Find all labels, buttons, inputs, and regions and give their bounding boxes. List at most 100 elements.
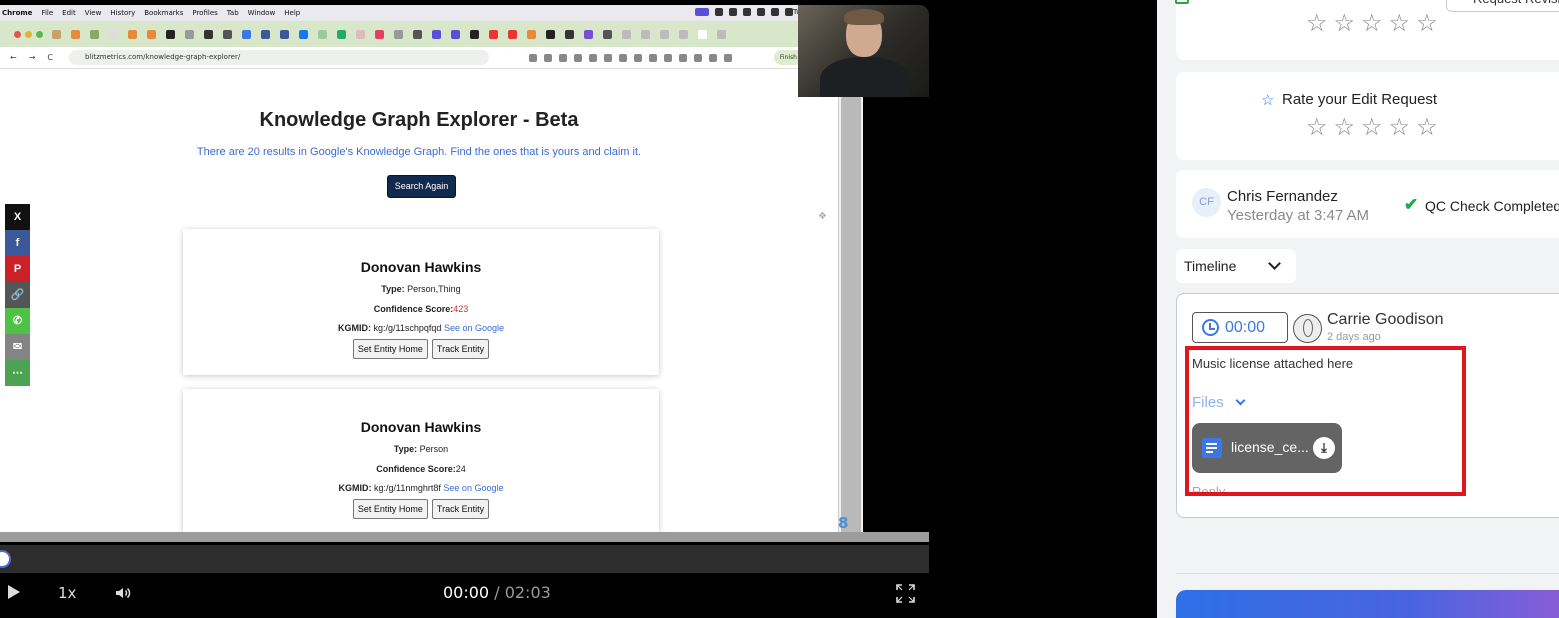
star-icon[interactable]: ☆ <box>1306 12 1328 36</box>
star-icon[interactable]: ☆ <box>1389 116 1411 140</box>
browser-tab-strip <box>0 21 863 47</box>
extension-icon[interactable] <box>619 53 627 62</box>
track-entity-button[interactable]: Track Entity <box>431 339 490 359</box>
dropbox-icon[interactable]: ❖ <box>818 211 830 223</box>
tab-favicon <box>622 29 631 39</box>
play-icon[interactable] <box>8 585 20 599</box>
request-revision-button[interactable]: Request Revision <box>1446 0 1559 12</box>
set-entity-home-button[interactable]: Set Entity Home <box>352 499 428 519</box>
scrollbar-thumb[interactable] <box>841 97 861 532</box>
tab-favicon <box>204 29 213 39</box>
menu-tab: Tab <box>226 9 239 17</box>
buffer-track <box>0 532 929 542</box>
track-entity-button[interactable]: Track Entity <box>431 499 490 519</box>
email-icon[interactable]: ✉ <box>5 334 30 360</box>
star-icon[interactable]: ☆ <box>1361 12 1383 36</box>
star-icon[interactable]: ☆ <box>1416 116 1438 140</box>
mac-menubar: Chrome File Edit View History Bookmarks … <box>0 5 863 21</box>
type-label: Type: <box>393 444 418 454</box>
extension-icon[interactable] <box>649 53 657 62</box>
star-icon[interactable]: ☆ <box>1334 12 1356 36</box>
rating-card: ☆ Rate your Edit Request ☆ ☆ ☆ ☆ ☆ <box>1176 72 1559 160</box>
kgmid-row: KGMID: kg:/g/11nmghrt8f See on Google <box>183 483 659 493</box>
timeline-dropdown[interactable]: Timeline <box>1176 249 1296 283</box>
scrub-bar[interactable] <box>0 545 929 573</box>
facebook-icon[interactable]: f <box>5 230 30 256</box>
timestamp-chip[interactable]: 00:00 <box>1192 312 1288 343</box>
extension-icon[interactable] <box>559 53 567 62</box>
request-icon <box>1175 0 1189 4</box>
extension-icon[interactable] <box>529 53 537 62</box>
star-rating[interactable]: ☆ ☆ ☆ ☆ ☆ <box>1306 116 1438 140</box>
extension-icon[interactable] <box>709 53 717 62</box>
see-on-google-link[interactable]: See on Google <box>443 483 503 493</box>
tab-favicon <box>432 29 441 39</box>
avatar <box>1293 314 1322 343</box>
page-subtitle: There are 20 results in Google's Knowled… <box>196 146 642 158</box>
see-on-google-link[interactable]: See on Google <box>444 323 504 333</box>
kgmid-label: KGMID: <box>338 323 372 333</box>
rate-title: ☆ Rate your Edit Request <box>1261 91 1438 109</box>
star-icon[interactable]: ☆ <box>1389 12 1411 36</box>
rate-title-text: Rate your Edit Request <box>1282 91 1438 108</box>
more-share-icon[interactable]: ⋯ <box>5 360 30 386</box>
star-icon[interactable]: ☆ <box>1361 116 1383 140</box>
extension-icon[interactable] <box>634 53 642 62</box>
video-player[interactable]: Chrome File Edit View History Bookmarks … <box>0 5 929 613</box>
tab-favicon <box>451 29 460 39</box>
pinterest-icon[interactable]: P <box>5 256 30 282</box>
minimize-window-dot <box>25 30 32 38</box>
tab-favicon <box>603 29 612 39</box>
extension-icon[interactable] <box>589 53 597 62</box>
star-icon[interactable]: ☆ <box>1334 116 1356 140</box>
address-bar[interactable]: blitzmetrics.com/knowledge-graph-explore… <box>69 50 489 65</box>
extension-icon[interactable] <box>604 53 612 62</box>
whatsapp-icon[interactable]: ✆ <box>5 308 30 334</box>
extension-icon[interactable] <box>574 53 582 62</box>
check-icon: ✔ <box>1404 195 1419 214</box>
star-rating[interactable]: ☆ ☆ ☆ ☆ ☆ <box>1306 12 1438 36</box>
reload-icon[interactable]: C <box>47 53 53 62</box>
webcam-overlay <box>798 5 929 97</box>
star-icon[interactable]: ☆ <box>1416 12 1438 36</box>
x-icon[interactable]: X <box>5 204 30 230</box>
volume-icon[interactable] <box>114 584 132 602</box>
tab-favicon <box>223 29 232 39</box>
set-entity-home-button[interactable]: Set Entity Home <box>352 339 428 359</box>
extension-icon[interactable] <box>544 53 552 62</box>
qc-user-name: Chris Fernandez <box>1227 188 1338 205</box>
tab-favicon <box>71 29 80 39</box>
menu-edit: Edit <box>62 9 76 17</box>
playback-speed-button[interactable]: 1x <box>58 584 76 602</box>
extension-icon[interactable] <box>694 53 702 62</box>
tab-favicon <box>109 29 118 39</box>
tab-favicon <box>242 29 251 39</box>
tab-favicon <box>489 29 498 39</box>
primary-action-button[interactable] <box>1176 590 1559 618</box>
comment-time: 2 days ago <box>1327 331 1381 343</box>
extension-icon[interactable] <box>724 53 732 62</box>
tab-favicon <box>546 29 555 39</box>
star-icon[interactable]: ☆ <box>1306 116 1328 140</box>
avatar: CF <box>1192 188 1221 217</box>
extension-icon[interactable] <box>664 53 672 62</box>
tab-favicon <box>565 29 574 39</box>
back-icon[interactable]: ← <box>10 53 17 62</box>
menu-window: Window <box>247 9 276 17</box>
search-again-button[interactable]: Search Again <box>387 175 456 198</box>
webpage: Knowledge Graph Explorer - Beta There ar… <box>0 69 838 532</box>
forward-icon[interactable]: → <box>29 53 36 62</box>
copy-link-icon[interactable]: 🔗 <box>5 282 30 308</box>
extension-icon[interactable] <box>679 53 687 62</box>
chevron-down-icon <box>1268 257 1281 270</box>
comment-card: 00:00 Carrie Goodison 2 days ago Music l… <box>1176 293 1559 518</box>
qc-status: QC Check Completed <box>1425 198 1559 214</box>
active-tab[interactable] <box>698 29 707 39</box>
comment-author: Carrie Goodison <box>1327 311 1444 328</box>
qc-timestamp: Yesterday at 3:47 AM <box>1227 207 1370 224</box>
page-scrollbar[interactable] <box>838 69 863 532</box>
result-card: Donovan Hawkins Type: Person Confidence … <box>183 389 659 532</box>
time-display: 00:00 / 02:03 <box>443 583 551 602</box>
review-panel: ☆☆☆☆☆ Request Revision ☆ Rate your Edit … <box>1157 0 1559 618</box>
fullscreen-icon[interactable] <box>896 584 915 603</box>
